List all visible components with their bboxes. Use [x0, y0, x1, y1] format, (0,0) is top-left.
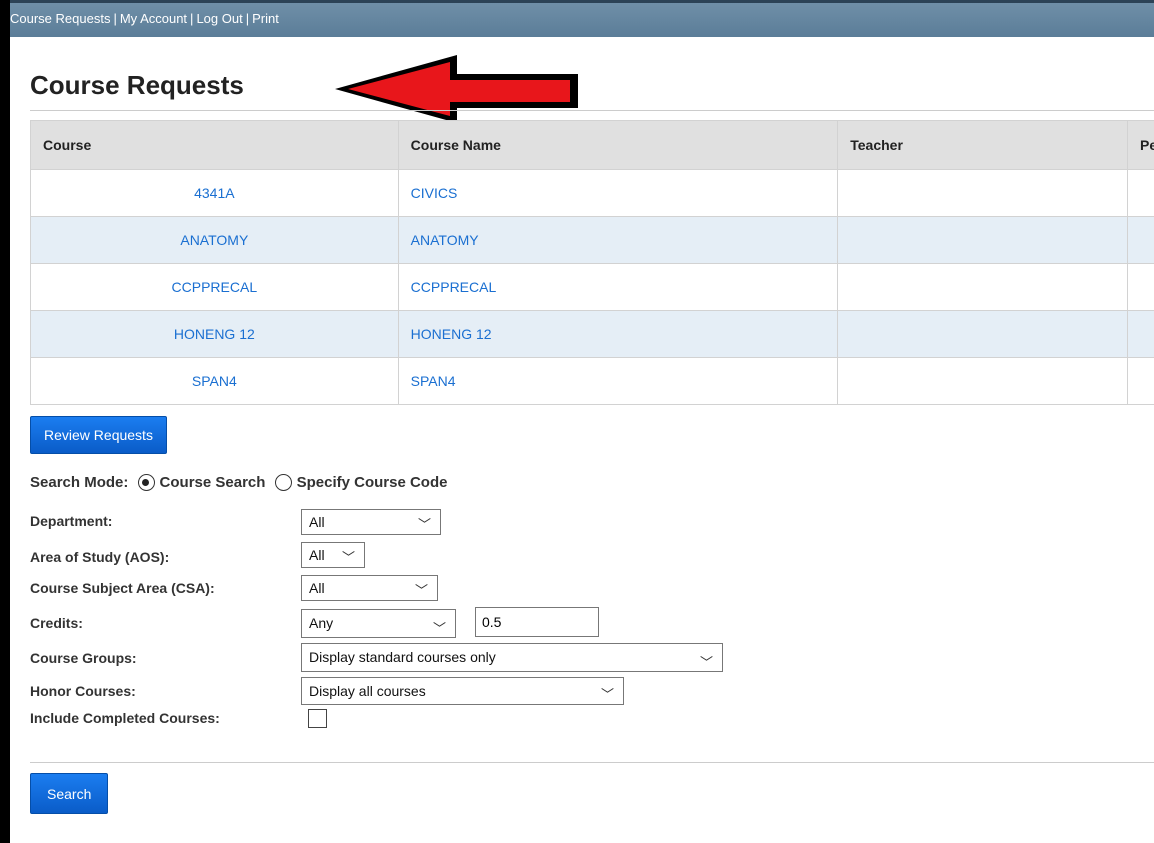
col-header-course[interactable]: Course [30, 120, 399, 170]
col-header-course-name[interactable]: Course Name [397, 120, 839, 170]
period-cell [1126, 310, 1154, 358]
col-header-teacher[interactable]: Teacher [837, 120, 1128, 170]
chevron-down-icon: ﹀ [600, 687, 614, 702]
course-name-link[interactable]: ANATOMY [411, 232, 479, 248]
department-select-value: All [309, 514, 325, 530]
csa-select[interactable]: All ﹀ [301, 575, 438, 601]
form-divider [30, 762, 1154, 763]
credits-amount-input[interactable] [475, 607, 599, 637]
nav-link-log-out[interactable]: Log Out [196, 11, 242, 26]
nav-link-course-requests[interactable]: Course Requests [10, 11, 110, 26]
course-code-link[interactable]: HONENG 12 [174, 326, 255, 342]
course-requests-table: Course Course Name Teacher Pe 4341A CIVI… [30, 120, 1154, 405]
search-button[interactable]: Search [30, 773, 109, 814]
teacher-cell [837, 263, 1128, 311]
teacher-cell [837, 310, 1128, 358]
course-code-link[interactable]: 4341A [194, 185, 234, 201]
top-nav-bar: Course Requests | My Account | Log Out | Print [10, 0, 1154, 37]
period-cell [1126, 216, 1154, 264]
radio-course-search[interactable] [137, 474, 155, 491]
nav-link-my-account[interactable]: My Account [120, 11, 187, 26]
csa-select-value: All [309, 580, 325, 596]
teacher-cell [837, 216, 1128, 264]
aos-label: Area of Study (AOS): [30, 549, 170, 565]
nav-link-print[interactable]: Print [252, 11, 279, 26]
period-cell [1126, 357, 1154, 405]
course-name-link[interactable]: CCPPRECAL [411, 279, 497, 295]
chevron-down-icon: ﹀ [699, 655, 713, 670]
page-frame: Course Requests | My Account | Log Out | Print… [10, 0, 1154, 843]
honor-courses-select[interactable]: Display all courses ﹀ [301, 677, 624, 705]
include-completed-checkbox[interactable] [308, 709, 327, 728]
course-groups-label: Course Groups: [30, 650, 137, 666]
teacher-cell [837, 357, 1128, 405]
honor-courses-select-value: Display all courses [309, 683, 426, 699]
col-header-period[interactable]: Pe [1126, 120, 1154, 170]
left-arrow-annotation [335, 55, 578, 123]
search-mode-label: Search Mode: [30, 474, 129, 491]
course-groups-select[interactable]: Display standard courses only ﹀ [301, 643, 723, 672]
aos-select-value: All [309, 547, 325, 563]
table-row: ANATOMY ANATOMY [30, 216, 1154, 264]
title-divider [30, 110, 1154, 111]
table-row: 4341A CIVICS [30, 169, 1154, 217]
credits-select[interactable]: Any ﹀ [301, 609, 456, 638]
search-mode-group: Search Mode: Course Search Specify Cours… [30, 474, 447, 491]
radio-course-search-label[interactable]: Course Search [160, 474, 266, 491]
table-row: HONENG 12 HONENG 12 [30, 310, 1154, 358]
csa-label: Course Subject Area (CSA): [30, 580, 215, 596]
course-code-link[interactable]: CCPPRECAL [172, 279, 258, 295]
table-header-row: Course Course Name Teacher Pe [30, 120, 1154, 170]
table-row: CCPPRECAL CCPPRECAL [30, 263, 1154, 311]
course-name-link[interactable]: SPAN4 [411, 373, 456, 389]
course-name-link[interactable]: CIVICS [411, 185, 458, 201]
page-title: Course Requests [30, 70, 244, 100]
honor-courses-label: Honor Courses: [30, 683, 136, 699]
teacher-cell [837, 169, 1128, 217]
period-cell [1126, 263, 1154, 311]
credits-label: Credits: [30, 615, 83, 631]
period-cell [1126, 169, 1154, 217]
department-label: Department: [30, 513, 113, 529]
table-row: SPAN4 SPAN4 [30, 357, 1154, 405]
radio-specify-course-code[interactable] [274, 474, 292, 491]
course-code-link[interactable]: SPAN4 [192, 373, 237, 389]
course-name-link[interactable]: HONENG 12 [411, 326, 492, 342]
course-code-link[interactable]: ANATOMY [180, 232, 248, 248]
aos-select[interactable]: All ﹀ [301, 542, 365, 568]
chevron-down-icon: ﹀ [341, 550, 355, 565]
review-requests-button[interactable]: Review Requests [30, 416, 167, 454]
course-groups-select-value: Display standard courses only [309, 649, 496, 665]
credits-select-value: Any [309, 615, 334, 631]
chevron-down-icon: ﹀ [432, 621, 446, 636]
chevron-down-icon: ﹀ [414, 583, 428, 598]
chevron-down-icon: ﹀ [417, 517, 431, 532]
radio-specify-course-code-label[interactable]: Specify Course Code [297, 474, 448, 491]
include-completed-label: Include Completed Courses: [30, 710, 220, 726]
department-select[interactable]: All ﹀ [301, 509, 441, 535]
